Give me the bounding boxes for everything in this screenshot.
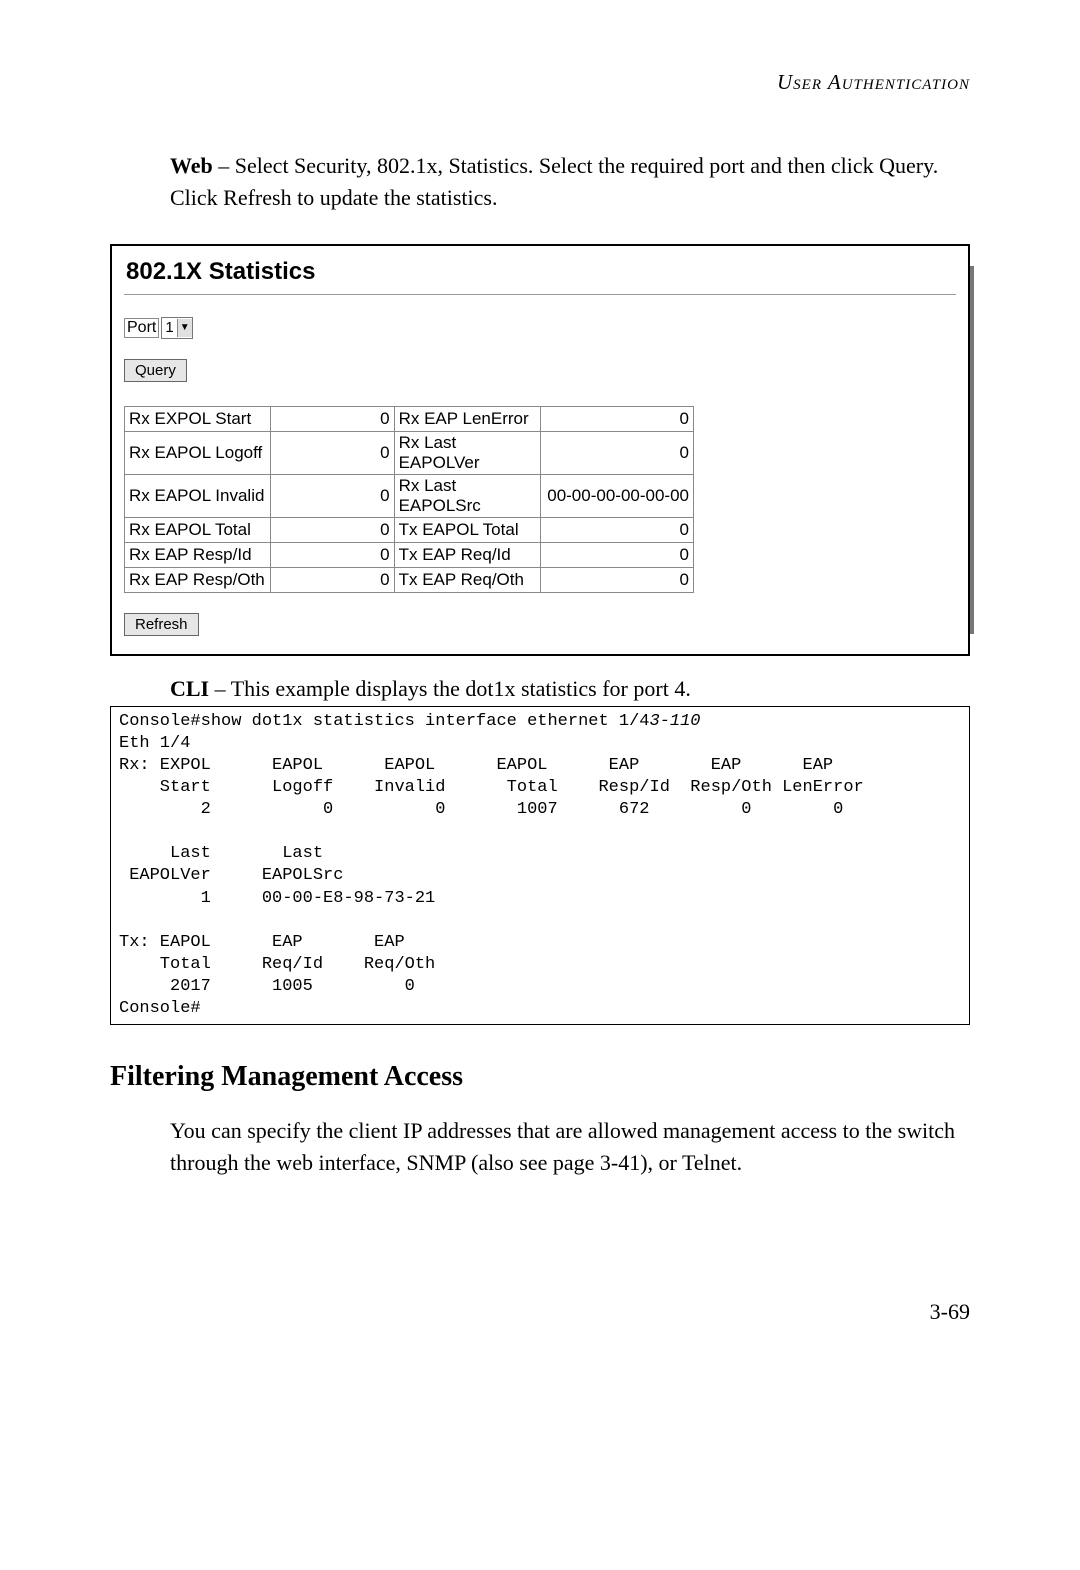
page-number: 3-69 [110,1299,970,1325]
stat-label: Rx EAPOL Total [125,517,271,542]
table-row: Rx EAPOL Logoff0Rx Last EAPOLVer0 [125,431,694,474]
query-button[interactable]: Query [124,359,187,382]
stat-value: 0 [270,474,394,517]
table-row: Rx EXPOL Start0Rx EAP LenError0 [125,406,694,431]
section-body: You can specify the client IP addresses … [170,1115,970,1179]
cli-caption-text: – This example displays the dot1x statis… [209,676,691,701]
stat-label: Tx EAP Req/Id [394,542,540,567]
stat-label: Rx Last EAPOLSrc [394,474,540,517]
stat-value: 0 [540,517,693,542]
cli-body: Eth 1/4 Rx: EXPOL EAPOL EAPOL EAPOL EAP … [119,734,864,1018]
stat-value: 0 [270,406,394,431]
table-row: Rx EAPOL Invalid0Rx Last EAPOLSrc00-00-0… [125,474,694,517]
stat-value: 00-00-00-00-00-00 [540,474,693,517]
stat-label: Rx EAP Resp/Oth [125,567,271,592]
web-intro-text: – Select Security, 802.1x, Statistics. S… [170,153,938,210]
statistics-tbody: Rx EXPOL Start0Rx EAP LenError0Rx EAPOL … [125,406,694,592]
web-lead: Web [170,153,213,178]
stat-label: Rx EAPOL Invalid [125,474,271,517]
refresh-button[interactable]: Refresh [124,613,199,636]
running-header: User Authentication [110,70,970,95]
statistics-table: Rx EXPOL Start0Rx EAP LenError0Rx EAPOL … [124,406,694,593]
stat-value: 0 [270,567,394,592]
stat-label: Rx EXPOL Start [125,406,271,431]
stat-value: 0 [540,567,693,592]
table-row: Rx EAP Resp/Oth0Tx EAP Req/Oth0 [125,567,694,592]
section-heading: Filtering Management Access [110,1061,970,1093]
web-intro-paragraph: Web – Select Security, 802.1x, Statistic… [170,150,970,214]
port-select[interactable]: 1 ▼ [161,317,192,339]
stat-value: 0 [540,542,693,567]
chevron-down-icon[interactable]: ▼ [177,319,192,337]
port-select-value: 1 [165,319,173,336]
stat-label: Tx EAP Req/Oth [394,567,540,592]
stat-value: 0 [270,517,394,542]
stat-value: 0 [540,406,693,431]
stat-label: Rx EAPOL Logoff [125,431,271,474]
stat-label: Rx EAP LenError [394,406,540,431]
table-row: Rx EAPOL Total0Tx EAPOL Total0 [125,517,694,542]
stat-label: Tx EAPOL Total [394,517,540,542]
port-label: Port [124,318,159,338]
stat-value: 0 [540,431,693,474]
stat-label: Rx Last EAPOLVer [394,431,540,474]
stat-value: 0 [270,431,394,474]
stat-label: Rx EAP Resp/Id [125,542,271,567]
table-row: Rx EAP Resp/Id0Tx EAP Req/Id0 [125,542,694,567]
screenshot-title: 802.1X Statistics [126,258,956,286]
cli-output: Console#show dot1x statistics interface … [110,706,970,1025]
cli-caption: CLI – This example displays the dot1x st… [170,676,970,702]
cli-cmd: Console#show dot1x statistics interface … [119,712,650,731]
cli-lead: CLI [170,676,209,701]
stat-value: 0 [270,542,394,567]
divider [124,294,956,295]
cli-cmd-ref: 3-110 [650,712,701,731]
statistics-screenshot: 802.1X Statistics Port 1 ▼ Query Rx EXPO… [110,244,970,656]
